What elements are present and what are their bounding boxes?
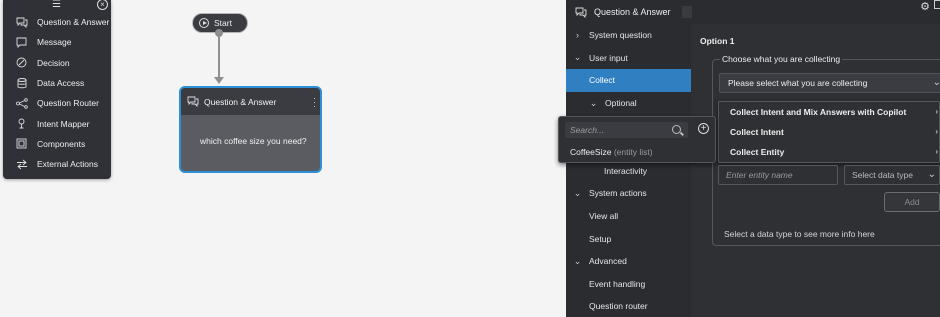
intent-mapper-icon	[15, 117, 28, 130]
nav-item-question-router[interactable]: Question router	[566, 295, 691, 317]
flow-connector	[218, 33, 220, 78]
chevron-down-icon: ⌄	[927, 169, 936, 180]
collect-legend: Choose what you are collecting	[720, 54, 843, 64]
palette-item-label: External Actions	[37, 159, 98, 170]
entity-search-popup: + CoffeeSize (entity list)	[558, 116, 716, 163]
entity-result-item[interactable]: CoffeeSize (entity list)	[570, 147, 653, 157]
palette-item-label: Components	[37, 138, 86, 149]
message-icon	[15, 36, 28, 49]
palette-item-decision[interactable]: Decision	[3, 53, 111, 73]
chevron-down-icon: ⌄	[573, 255, 582, 266]
dropdown-option-intent[interactable]: Collect Intent ›	[719, 122, 939, 142]
search-icon[interactable]	[672, 125, 681, 134]
palette-item-label: Data Access	[37, 78, 85, 89]
chevron-right-icon: ›	[935, 147, 938, 156]
palette-item-label: Decision	[37, 57, 70, 68]
nav-item-user-input[interactable]: ⌄ User input	[566, 47, 691, 70]
option-title: Option 1	[700, 36, 735, 46]
nav-item-label: System actions	[589, 188, 647, 199]
nav-item-event-handling[interactable]: Event handling	[566, 273, 691, 296]
start-node-label: Start	[214, 18, 232, 28]
palette-item-question-answer[interactable]: Question & Answer	[3, 12, 111, 32]
nav-item-system-actions[interactable]: ⌄ System actions	[566, 182, 691, 205]
add-circle-icon[interactable]: +	[698, 123, 709, 134]
palette-item-label: Question & Answer	[37, 17, 110, 28]
chevron-down-icon: ⌄	[589, 97, 598, 108]
palette-item-message[interactable]: Message	[3, 32, 111, 52]
nav-item-optional[interactable]: ⌄ Optional	[566, 92, 691, 115]
nav-item-collect[interactable]: Collect	[566, 69, 691, 92]
palette-item-data-access[interactable]: Data Access	[3, 73, 111, 93]
entity-search-input[interactable]	[565, 122, 688, 138]
nav-item-view-all[interactable]: View all	[566, 205, 691, 228]
palette-item-label: Intent Mapper	[37, 118, 90, 129]
panel-title: Question & Answer	[594, 7, 671, 17]
palette-item-components[interactable]: Components	[3, 134, 111, 154]
more-options-icon[interactable]: · · ·	[313, 94, 316, 111]
palette-item-intent-mapper[interactable]: Intent Mapper	[3, 113, 111, 133]
chevron-down-icon: ⌄	[932, 77, 940, 88]
nav-item-label: Event handling	[589, 278, 646, 289]
qa-node-header: Question & Answer · · ·	[181, 88, 320, 115]
nav-item-label: Question router	[589, 301, 648, 312]
node-palette: ☰ × Question & Answer Message Decision Data…	[3, 0, 111, 179]
qa-node-question: which coffee size you need?	[200, 136, 307, 146]
hamburger-menu-icon[interactable]: ☰	[52, 0, 61, 10]
close-icon[interactable]: ×	[97, 0, 108, 10]
router-icon	[15, 97, 28, 110]
chevron-down-icon: ⌄	[573, 52, 582, 63]
dropdown-option-entity[interactable]: Collect Entity ›	[719, 142, 939, 162]
document-icon[interactable]	[934, 0, 940, 9]
panel-nav: › System question ⌄ User input Collect ⌄ Optio…	[566, 24, 691, 317]
nav-item-label: Collect	[589, 75, 615, 86]
nav-item-label: System question	[589, 30, 652, 41]
palette-item-label: Question Router	[37, 98, 99, 109]
nav-item-label: User input	[589, 52, 628, 63]
entity-name-input[interactable]: Enter entity name	[718, 165, 838, 185]
chevron-right-icon: ›	[935, 107, 938, 116]
palette-item-question-router[interactable]: Question Router	[3, 93, 111, 113]
add-button[interactable]: Add	[884, 192, 940, 212]
entity-result-type: (entity list)	[613, 147, 653, 157]
database-icon	[15, 77, 28, 90]
question-answer-node[interactable]: Question & Answer · · · which coffee size …	[179, 86, 322, 173]
chat-bubbles-icon	[575, 7, 587, 18]
nav-item-label: View all	[589, 211, 619, 222]
chat-bubbles-icon	[15, 16, 28, 29]
chevron-down-icon: ⌄	[573, 187, 582, 198]
dropdown-option-intent-copilot[interactable]: Collect Intent and Mix Answers with Copi…	[719, 102, 939, 122]
external-actions-icon	[15, 158, 28, 171]
decision-icon	[15, 56, 28, 69]
nav-item-system-question[interactable]: › System question	[566, 24, 691, 47]
palette-item-label: Message	[37, 37, 72, 48]
chat-bubbles-icon	[187, 96, 199, 107]
nav-item-advanced[interactable]: ⌄ Advanced	[566, 250, 691, 273]
panel-header: Question & Answer ⚙	[566, 0, 940, 24]
nav-item-label: Advanced	[589, 256, 627, 267]
header-tab-handle[interactable]	[681, 6, 692, 18]
qa-node-title: Question & Answer	[204, 96, 277, 107]
collect-select-value: Please select what you are collecting	[728, 78, 868, 88]
data-type-hint: Select a data type to see more info here	[724, 229, 875, 239]
play-icon	[199, 18, 209, 28]
collect-type-select[interactable]: Please select what you are collecting ⌄	[719, 73, 940, 93]
components-icon	[15, 137, 28, 150]
chevron-right-icon: ›	[935, 127, 938, 136]
data-type-select[interactable]: Select data type ⌄	[844, 165, 940, 185]
palette-item-external-actions[interactable]: External Actions	[3, 154, 111, 174]
connector-arrow-icon	[214, 77, 224, 84]
gear-icon[interactable]: ⚙	[920, 0, 930, 13]
nav-item-label: Interactivity	[604, 165, 647, 176]
nav-item-label: Optional	[605, 98, 637, 109]
palette-header: ☰ ×	[3, 0, 111, 12]
entity-result-name: CoffeeSize	[570, 147, 612, 157]
chevron-right-icon: ›	[576, 30, 579, 41]
nav-item-setup[interactable]: Setup	[566, 227, 691, 250]
collect-type-dropdown: Collect Intent and Mix Answers with Copi…	[718, 101, 940, 163]
nav-item-label: Setup	[589, 233, 612, 244]
